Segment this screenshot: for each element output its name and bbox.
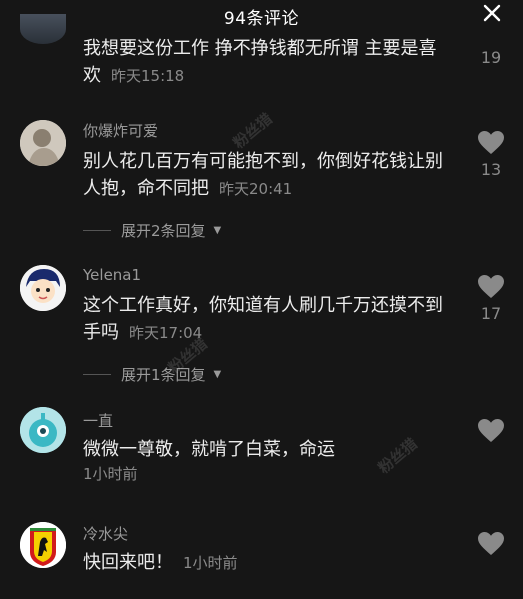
heart-icon — [474, 418, 508, 444]
comment-time: 1小时前 — [83, 465, 138, 483]
comment-username[interactable]: 一直 — [83, 410, 113, 431]
comment-text: 别人花几百万有可能抱不到，你倒好花钱让别人抱，命不同把 昨天20:41 — [83, 151, 443, 199]
avatar[interactable] — [20, 265, 66, 311]
header-title: 94条评论 — [223, 9, 300, 29]
avatar[interactable] — [20, 522, 66, 568]
like-button[interactable]: 17 — [474, 274, 508, 323]
like-count: 17 — [480, 304, 502, 323]
avatar[interactable] — [20, 407, 66, 453]
avatar[interactable] — [20, 14, 66, 44]
comment-time: 1小时前 — [183, 554, 238, 572]
comment-username[interactable]: 你爆炸可爱 — [83, 120, 158, 141]
comment-username[interactable]: 冷水尖 — [83, 523, 128, 544]
expand-replies-label: 展开2条回复 — [121, 222, 206, 240]
comment-time: 昨天20:41 — [219, 180, 293, 198]
caret-down-icon: ▼ — [213, 225, 222, 236]
close-button[interactable] — [481, 2, 503, 24]
like-button[interactable] — [474, 531, 508, 561]
comments-header: 94条评论 — [0, 0, 523, 30]
like-button[interactable] — [474, 418, 508, 448]
heart-icon — [474, 531, 508, 557]
heart-icon — [474, 274, 508, 300]
divider-line — [83, 374, 111, 375]
expand-replies-button[interactable]: 展开1条回复 ▼ — [83, 364, 221, 385]
watermark: 粉丝猎 — [229, 109, 276, 153]
comment-username[interactable]: Yelena1 — [83, 266, 141, 284]
like-count: 13 — [480, 160, 502, 179]
comment-text: 这个工作真好，你知道有人刷几千万还摸不到手吗 昨天17:04 — [83, 295, 443, 343]
caret-down-icon: ▼ — [213, 369, 222, 380]
expand-replies-label: 展开1条回复 — [121, 366, 206, 384]
avatar[interactable] — [20, 120, 66, 166]
comment-time: 昨天15:18 — [111, 67, 185, 85]
heart-icon — [474, 130, 508, 156]
close-icon — [483, 4, 501, 22]
expand-replies-button[interactable]: 展开2条回复 ▼ — [83, 220, 221, 241]
like-button[interactable]: 19 — [474, 44, 508, 67]
divider-line — [83, 230, 111, 231]
comment-text: 我想要这份工作 挣不挣钱都无所谓 主要是喜欢 昨天15:18 — [83, 38, 437, 86]
like-button[interactable]: 13 — [474, 130, 508, 179]
comment-time: 昨天17:04 — [129, 324, 203, 342]
like-count: 19 — [480, 48, 502, 67]
comment-text: 微微一尊敬，就啃了白菜，命运 1小时前 — [83, 436, 453, 485]
comment-text: 快回来吧！ 1小时前 — [83, 552, 238, 573]
